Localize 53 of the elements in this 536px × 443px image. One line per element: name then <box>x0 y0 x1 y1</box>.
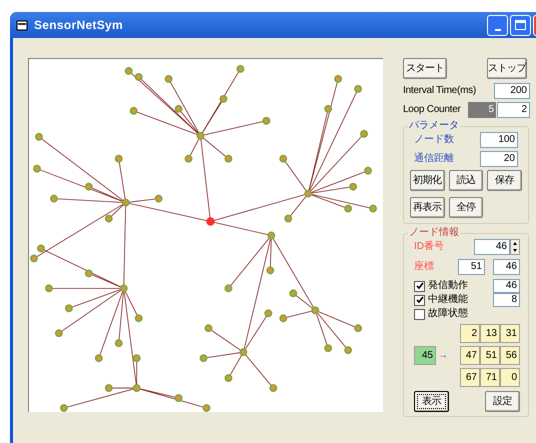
settings-button[interactable]: 設定 <box>485 391 520 412</box>
loop-counter-display: 5 <box>468 102 496 118</box>
id-field[interactable]: 46 <box>474 239 510 255</box>
parameter-label: ノード数 <box>414 135 454 145</box>
window-title: SensorNetSym <box>34 17 123 34</box>
coordinate-label: 座標 <box>414 262 434 272</box>
parameter-field[interactable]: 100 <box>480 132 518 148</box>
spinner[interactable] <box>510 239 520 255</box>
flag-field[interactable]: 46 <box>493 279 520 293</box>
current-node-display: 45 <box>414 346 436 365</box>
up-arrow-icon <box>513 242 517 245</box>
start-button[interactable]: スタート <box>403 58 447 79</box>
neighbor-cell: 0 <box>500 368 520 387</box>
interval-field[interactable]: 200 <box>494 83 530 99</box>
neighbor-cell: 67 <box>460 368 480 387</box>
loop-counter-label: Loop Counter <box>403 105 461 115</box>
checkbox-label: 中継機能 <box>428 295 468 305</box>
neighbor-cell: 13 <box>480 324 500 343</box>
arrow-text: → <box>438 349 448 363</box>
app-icon <box>16 20 28 30</box>
parameter-label: 通信距離 <box>414 154 454 164</box>
id-label: ID番号 <box>414 242 444 252</box>
coordinate-field[interactable]: 46 <box>493 259 520 275</box>
neighbor-cell: 56 <box>500 346 520 365</box>
parameter-button[interactable]: 初期化 <box>410 170 445 191</box>
neighbor-cell: 31 <box>500 324 520 343</box>
checkbox-label: 故障状態 <box>428 309 468 319</box>
parameter-field[interactable]: 20 <box>480 151 518 167</box>
loop-counter-field[interactable]: 2 <box>497 102 530 118</box>
neighbor-cell: 51 <box>480 346 500 365</box>
maximize-button[interactable] <box>510 14 531 36</box>
parameter-button[interactable]: 再表示 <box>410 197 445 218</box>
checkbox[interactable] <box>414 280 425 292</box>
parameter-button[interactable]: 読込 <box>448 170 484 191</box>
interval-label: Interval Time(ms) <box>403 86 476 96</box>
minimize-icon <box>494 28 500 30</box>
neighbor-cell: 47 <box>460 346 480 365</box>
stop-button[interactable]: ストップ <box>487 58 527 79</box>
neighbor-cell: 2 <box>460 324 480 343</box>
parameter-group-title: パラメータ <box>408 120 460 132</box>
parameter-button[interactable]: 全停 <box>448 197 484 218</box>
neighbor-cell: 71 <box>480 368 500 387</box>
coordinate-field[interactable]: 51 <box>458 259 485 275</box>
display-button[interactable]: 表示 <box>414 391 449 412</box>
checkbox[interactable] <box>414 294 425 306</box>
maximize-icon <box>515 20 526 30</box>
node-info-group-title: ノード情報 <box>408 227 460 239</box>
minimize-button[interactable] <box>487 14 508 36</box>
checkbox[interactable] <box>414 308 425 320</box>
down-arrow-icon <box>513 249 517 252</box>
parameter-button[interactable]: 保存 <box>487 170 522 191</box>
flag-field[interactable]: 8 <box>493 293 520 307</box>
checkbox-label: 発信動作 <box>428 281 468 291</box>
